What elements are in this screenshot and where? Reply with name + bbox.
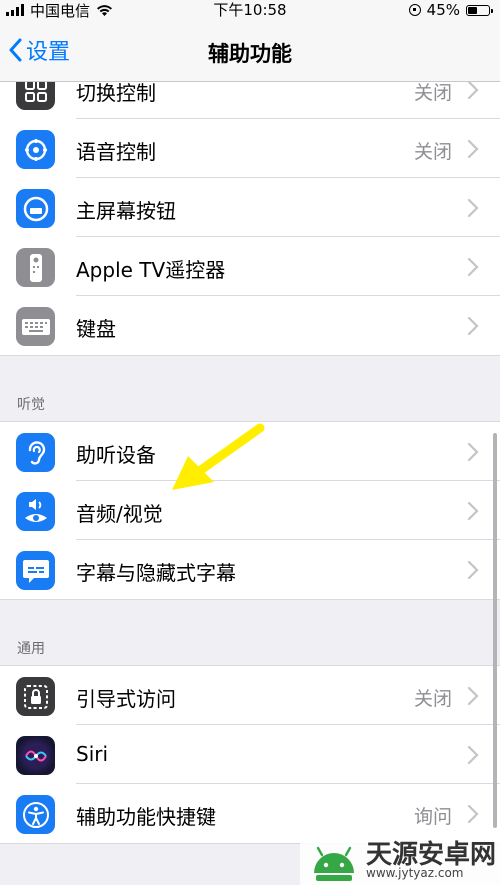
row-label: Apple TV遥控器	[76, 258, 226, 282]
chevron-right-icon	[467, 198, 479, 218]
interaction-group: 切换控制 关闭 语音控制 关闭 主屏幕按钮 Apple TV遥控器 键盘	[0, 60, 500, 356]
row-label: 主屏幕按钮	[76, 199, 176, 223]
chevron-right-icon	[467, 257, 479, 277]
row-home-button[interactable]: 主屏幕按钮	[0, 178, 500, 237]
audio-visual-icon	[16, 492, 55, 531]
remote-icon	[16, 248, 55, 287]
row-value: 询问	[413, 806, 452, 828]
row-label: Siri	[76, 742, 109, 766]
chevron-right-icon	[467, 501, 479, 521]
chevron-right-icon	[467, 316, 479, 336]
watermark: 天源安卓网 www.jytyaz.com	[300, 830, 500, 885]
chevron-right-icon	[467, 560, 479, 580]
watermark-url: www.jytyaz.com	[366, 866, 464, 880]
battery-icon	[466, 4, 493, 16]
chevron-right-icon	[467, 139, 479, 159]
row-label: 助听设备	[76, 443, 156, 467]
section-header-hearing: 听觉	[17, 397, 45, 413]
row-keyboard[interactable]: 键盘	[0, 296, 500, 355]
row-guided-access[interactable]: 引导式访问 关闭	[0, 666, 500, 725]
navigation-bar: 设置 辅助功能	[0, 20, 500, 82]
row-voice-control[interactable]: 语音控制 关闭	[0, 119, 500, 178]
row-label: 键盘	[76, 317, 116, 341]
row-value: 关闭	[413, 688, 452, 710]
general-group: 引导式访问 关闭 Siri 辅助功能快捷键 询问	[0, 665, 500, 844]
ear-icon	[16, 433, 55, 472]
orientation-lock-icon	[408, 4, 421, 16]
annotation-arrow-icon	[172, 423, 265, 490]
home-button-icon	[16, 189, 55, 228]
guided-access-icon	[16, 677, 55, 716]
row-label: 音频/视觉	[76, 502, 163, 526]
keyboard-icon	[16, 307, 55, 346]
section-header-general: 通用	[17, 641, 45, 657]
subtitles-icon	[16, 551, 55, 590]
row-siri[interactable]: Siri	[0, 725, 500, 784]
row-apple-tv-remote[interactable]: Apple TV遥控器	[0, 237, 500, 296]
chevron-right-icon	[467, 686, 479, 706]
chevron-right-icon	[467, 442, 479, 462]
android-logo-icon	[314, 846, 354, 881]
voice-control-icon	[16, 130, 55, 169]
siri-icon	[16, 736, 55, 775]
chevron-right-icon	[467, 745, 479, 765]
chevron-right-icon	[467, 80, 479, 100]
battery-percent: 45%	[426, 1, 460, 19]
row-label: 语音控制	[76, 140, 156, 164]
accessibility-icon	[16, 795, 55, 834]
row-label: 字幕与隐藏式字幕	[76, 561, 236, 585]
page-title: 辅助功能	[208, 42, 292, 66]
row-label: 引导式访问	[76, 687, 176, 711]
status-bar: 中国电信 下午10:58 45%	[0, 0, 500, 20]
row-value: 关闭	[413, 141, 452, 163]
row-value: 关闭	[413, 82, 452, 104]
row-label: 辅助功能快捷键	[76, 805, 216, 829]
chevron-right-icon	[467, 804, 479, 824]
row-subtitles-captioning[interactable]: 字幕与隐藏式字幕	[0, 540, 500, 599]
scroll-indicator[interactable]	[493, 433, 497, 828]
